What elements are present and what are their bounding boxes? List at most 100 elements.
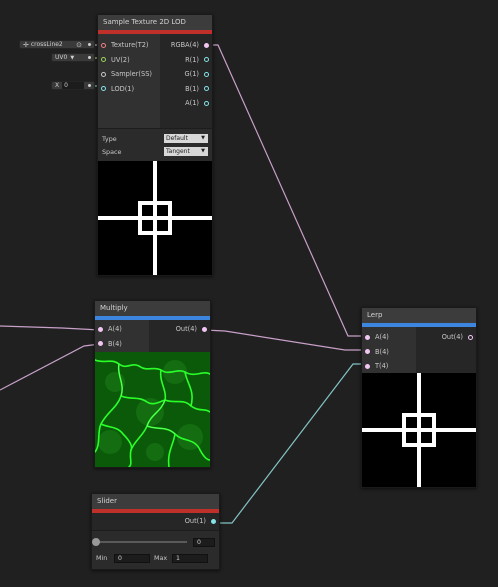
chevron-down-icon: ▼	[201, 148, 205, 154]
node-title[interactable]: Sample Texture 2D LOD	[98, 15, 212, 30]
port-dot[interactable]	[468, 334, 473, 340]
uv-field-connector	[88, 56, 91, 59]
port-label: UV(2)	[111, 55, 130, 64]
port-label: Out(4)	[441, 333, 463, 342]
node-title[interactable]: Slider	[92, 494, 219, 509]
b-input-port[interactable]: B(4)	[95, 337, 149, 352]
port-dot[interactable]	[98, 341, 103, 347]
port-label: T(4)	[375, 362, 389, 371]
space-setting: Space Tangent ▼	[102, 145, 208, 158]
input-ports: A(4) B(4) T(4)	[362, 327, 416, 373]
space-dropdown[interactable]: Tangent ▼	[164, 147, 208, 156]
type-dropdown[interactable]: Default ▼	[164, 134, 208, 143]
out-output-port[interactable]: Out(4)	[149, 322, 210, 337]
texture-field-connector	[88, 43, 91, 46]
texture-asset-field[interactable]: ✛ crossLine2 ⊙	[19, 40, 95, 49]
r-output-port[interactable]: R(1)	[160, 53, 212, 68]
type-label: Type	[102, 134, 117, 143]
lerp-preview	[362, 373, 476, 487]
lerp-node[interactable]: Lerp A(4) B(4) T(4) Out(4)	[361, 307, 477, 488]
port-dot[interactable]	[101, 42, 106, 48]
port-label: A(4)	[108, 325, 122, 334]
output-ports: Out(4)	[149, 320, 210, 352]
port-label: A(4)	[375, 333, 389, 342]
texture-asset-icon: ✛	[23, 40, 29, 49]
texture-asset-name: crossLine2	[30, 40, 63, 48]
node-title[interactable]: Multiply	[95, 301, 210, 316]
port-dot[interactable]	[204, 71, 209, 77]
port-label: Out(1)	[184, 517, 206, 526]
port-dot[interactable]	[365, 349, 370, 355]
lod-field-connector	[88, 84, 91, 87]
output-ports: Out(1)	[92, 513, 219, 530]
lod-input[interactable]: 0	[62, 82, 85, 89]
texture-input-port[interactable]: Texture(T2)	[98, 38, 160, 53]
t-input-port[interactable]: T(4)	[362, 359, 416, 374]
port-label: B(4)	[375, 347, 389, 356]
sample-texture-2d-lod-node[interactable]: Sample Texture 2D LOD Texture(T2) UV(2) …	[97, 14, 213, 276]
port-label: Texture(T2)	[111, 41, 149, 50]
port-label: R(1)	[185, 55, 199, 64]
crossline-preview-image	[362, 373, 476, 487]
port-label: RGBA(4)	[170, 41, 199, 50]
lod-value-field[interactable]: X 0	[51, 81, 95, 90]
port-label: B(4)	[108, 339, 122, 348]
sampler-input-port[interactable]: Sampler(SS)	[98, 67, 160, 82]
lod-axis-label: X	[55, 81, 60, 89]
max-label: Max	[154, 554, 168, 562]
port-dot[interactable]	[101, 71, 106, 77]
slider-controls: 0 Min 0 Max 1	[92, 530, 219, 569]
port-dot[interactable]	[98, 326, 103, 332]
port-dot[interactable]	[211, 518, 216, 524]
port-label: LOD(1)	[111, 84, 135, 93]
a-input-port[interactable]: A(4)	[362, 330, 416, 345]
b-input-port[interactable]: B(4)	[362, 345, 416, 360]
uv-channel-dropdown[interactable]: UV0 ▼	[51, 53, 95, 62]
multiply-node[interactable]: Multiply A(4) B(4) Out(4)	[94, 300, 211, 468]
chevron-down-icon: ▼	[70, 54, 75, 61]
node-settings: Type Default ▼ Space Tangent ▼	[98, 128, 212, 161]
output-ports: RGBA(4) R(1) G(1) B(1) A(1)	[160, 34, 212, 128]
port-dot[interactable]	[204, 57, 209, 63]
range-row: Min 0 Max 1	[96, 551, 215, 565]
port-area: Out(1)	[92, 513, 219, 530]
port-dot[interactable]	[101, 57, 106, 63]
port-area: A(4) B(4) T(4) Out(4)	[362, 327, 476, 373]
slider-node[interactable]: Slider Out(1) 0 Min 0 Max 1	[91, 493, 220, 570]
port-dot[interactable]	[204, 42, 209, 48]
max-value-field[interactable]: 1	[172, 553, 208, 563]
object-picker-icon[interactable]: ⊙	[76, 41, 82, 49]
min-value-field[interactable]: 0	[114, 553, 150, 563]
lod-input-port[interactable]: LOD(1)	[98, 82, 160, 97]
port-label: B(1)	[185, 84, 199, 93]
port-dot[interactable]	[204, 100, 209, 106]
b-output-port[interactable]: B(1)	[160, 82, 212, 97]
slider-handle[interactable]	[92, 538, 100, 546]
out-output-port[interactable]: Out(1)	[92, 514, 219, 529]
node-title[interactable]: Lerp	[362, 308, 476, 323]
wire-offscreen-to-multiply-b	[0, 343, 101, 391]
port-dot[interactable]	[365, 334, 370, 340]
slider-track[interactable]	[92, 538, 187, 546]
port-dot[interactable]	[202, 326, 207, 332]
port-dot[interactable]	[204, 86, 209, 92]
port-area: A(4) B(4) Out(4)	[95, 320, 210, 352]
a-output-port[interactable]: A(1)	[160, 96, 212, 111]
uv-channel-value: UV0	[55, 53, 68, 61]
input-ports: A(4) B(4)	[95, 320, 149, 352]
multiply-preview	[95, 352, 210, 467]
port-dot[interactable]	[365, 363, 370, 369]
crossline-preview-image	[98, 161, 212, 275]
uv-input-port[interactable]: UV(2)	[98, 53, 160, 68]
output-ports: Out(4)	[416, 327, 476, 373]
rgba-output-port[interactable]: RGBA(4)	[160, 38, 212, 53]
slider-value-field[interactable]: 0	[193, 537, 215, 547]
green-cracks-preview-image	[95, 352, 210, 467]
port-dot[interactable]	[101, 86, 106, 92]
out-output-port[interactable]: Out(4)	[416, 330, 476, 345]
input-ports: Texture(T2) UV(2) Sampler(SS) LOD(1)	[98, 34, 160, 128]
type-value: Default	[166, 135, 188, 142]
g-output-port[interactable]: G(1)	[160, 67, 212, 82]
a-input-port[interactable]: A(4)	[95, 322, 149, 337]
min-label: Min	[96, 554, 108, 562]
